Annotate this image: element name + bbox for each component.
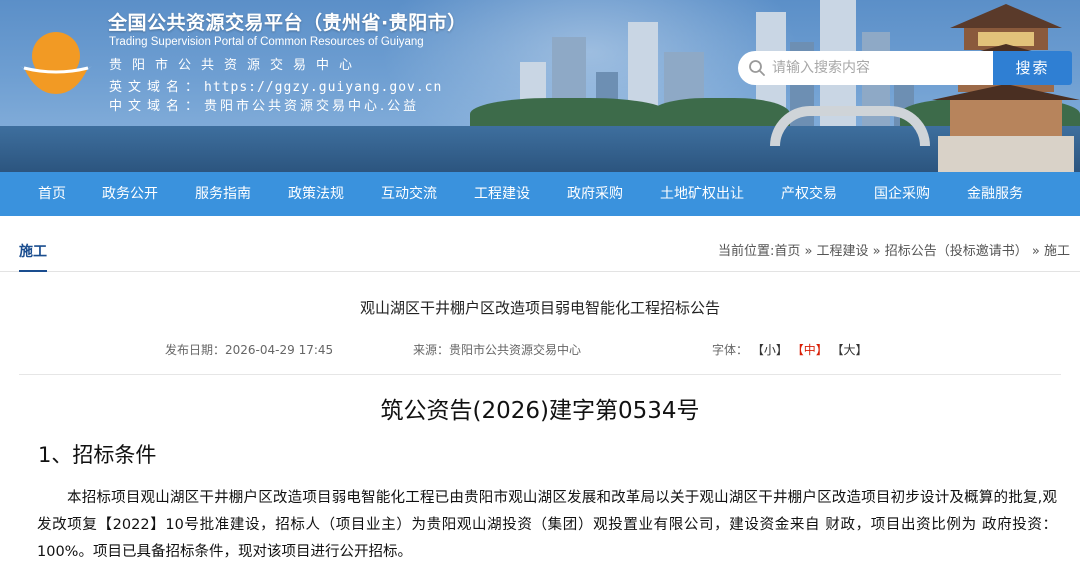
- breadcrumb[interactable]: 当前位置:首页 » 工程建设 » 招标公告（投标邀请书） » 施工: [718, 240, 1070, 259]
- divider: [19, 374, 1061, 375]
- chinese-domain: 中文域名：贵阳市公共资源交易中心.公益: [109, 95, 419, 114]
- font-large-button[interactable]: 【大】: [832, 343, 868, 357]
- article-source: 来源：贵阳市公共资源交易中心: [413, 341, 581, 358]
- english-domain-label: 英文域名：: [109, 80, 205, 95]
- nav-item-service-guide[interactable]: 服务指南: [195, 172, 251, 216]
- font-size-switcher: 字体： 【小】 【中】 【大】: [712, 341, 868, 358]
- source-label: 来源：: [413, 343, 450, 357]
- nav-item-home[interactable]: 首页: [38, 172, 66, 216]
- article-paragraph: 本招标项目观山湖区干井棚户区改造项目弱电智能化工程已由贵阳市观山湖区发展和改革局…: [37, 490, 1057, 560]
- search-input[interactable]: [772, 51, 987, 85]
- site-title: 全国公共资源交易平台（贵州省·贵阳市）: [108, 12, 467, 34]
- document-number: 筑公资告(2026)建字第0534号: [380, 398, 700, 424]
- pagoda-illustration: [932, 4, 1080, 172]
- nav-item-procurement[interactable]: 政府采购: [567, 172, 623, 216]
- nav-item-gov-affairs[interactable]: 政务公开: [102, 172, 158, 216]
- nav-item-finance[interactable]: 金融服务: [967, 172, 1023, 216]
- search-box: [738, 51, 994, 85]
- site-center-name: 贵阳市公共资源交易中心: [109, 58, 363, 73]
- source-value: 贵阳市公共资源交易中心: [449, 343, 582, 357]
- publish-date: 发布日期：2026-04-29 17:45: [165, 341, 333, 358]
- article-title: 观山湖区干井棚户区改造项目弱电智能化工程招标公告: [359, 299, 720, 317]
- site-logo-icon: [20, 32, 92, 94]
- publish-date-value: 2026-04-29 17:45: [225, 343, 334, 357]
- main-nav: 首页 政务公开 服务指南 政策法规 互动交流 工程建设 政府采购 土地矿权出让 …: [0, 172, 1080, 216]
- banner-bridge: [770, 106, 930, 146]
- nav-item-interaction[interactable]: 互动交流: [381, 172, 437, 216]
- section-bar: 施工 当前位置:首页 » 工程建设 » 招标公告（投标邀请书） » 施工: [0, 226, 1080, 272]
- section-label: 施工: [19, 244, 47, 260]
- publish-date-label: 发布日期：: [165, 343, 226, 357]
- nav-item-land-mining[interactable]: 土地矿权出让: [660, 172, 744, 216]
- chinese-domain-value[interactable]: 贵阳市公共资源交易中心.公益: [204, 99, 419, 114]
- section-heading: 1、招标条件: [38, 443, 157, 467]
- header-banner: 全国公共资源交易平台（贵州省·贵阳市） Trading Supervision …: [0, 0, 1080, 172]
- english-domain: 英文域名：https://ggzy.guiyang.gov.cn: [109, 76, 442, 95]
- site-subtitle-en: Trading Supervision Portal of Common Res…: [109, 36, 424, 48]
- nav-item-construction[interactable]: 工程建设: [474, 172, 530, 216]
- search-button[interactable]: 搜索: [993, 51, 1072, 85]
- section-underline: [19, 270, 47, 272]
- font-small-button[interactable]: 【小】: [752, 343, 788, 357]
- nav-item-soe-purchase[interactable]: 国企采购: [874, 172, 930, 216]
- search-icon: [749, 60, 765, 76]
- nav-item-property[interactable]: 产权交易: [781, 172, 837, 216]
- nav-item-policy[interactable]: 政策法规: [288, 172, 344, 216]
- font-size-label: 字体：: [712, 343, 749, 357]
- chinese-domain-label: 中文域名：: [109, 99, 205, 114]
- english-domain-value[interactable]: https://ggzy.guiyang.gov.cn: [204, 80, 442, 95]
- font-medium-button[interactable]: 【中】: [792, 343, 828, 357]
